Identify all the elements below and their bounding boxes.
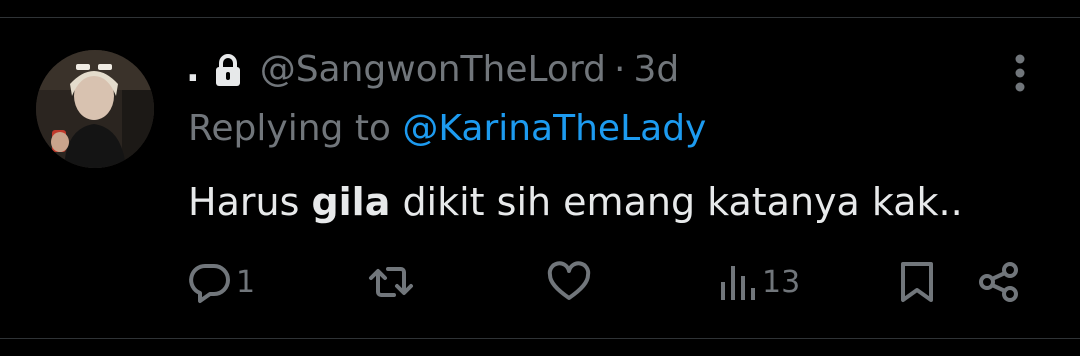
replying-to-line: Replying to @KarinaTheLady [188, 108, 706, 149]
bookmark-icon [898, 260, 936, 304]
tweet-text-part: Harus [188, 180, 312, 224]
tweet-header: . @SangwonTheLord · 3d [186, 44, 679, 94]
more-vertical-icon[interactable] [1005, 52, 1035, 94]
lock-icon [214, 53, 242, 87]
heart-icon [546, 260, 592, 304]
retweet-icon [368, 260, 414, 304]
retweet-button[interactable] [368, 258, 414, 306]
like-button[interactable] [546, 258, 592, 306]
user-handle[interactable]: @SangwonTheLord [260, 49, 606, 90]
tweet-text: Harus gila dikit sih emang katanya kak.. [188, 180, 963, 224]
bookmark-button[interactable] [898, 258, 936, 306]
bottom-divider [0, 338, 1080, 339]
reply-button[interactable]: 1 [188, 258, 255, 306]
time-separator: · [613, 48, 626, 90]
top-divider [0, 17, 1080, 18]
avatar[interactable] [36, 50, 154, 168]
tweet-text-bold: gila [311, 180, 391, 224]
replying-to-label: Replying to [188, 108, 403, 149]
views-icon [718, 260, 758, 304]
tweet-text-part: dikit sih emang katanya kak.. [390, 180, 963, 224]
replying-to-mention[interactable]: @KarinaTheLady [402, 108, 706, 149]
display-name[interactable]: . [186, 49, 200, 90]
views-button[interactable]: 13 [718, 258, 800, 306]
share-icon [976, 260, 1022, 304]
share-button[interactable] [976, 258, 1022, 306]
view-count: 13 [762, 264, 801, 300]
reply-count: 1 [236, 264, 256, 300]
timestamp[interactable]: 3d [633, 49, 679, 90]
reply-icon [188, 260, 232, 304]
